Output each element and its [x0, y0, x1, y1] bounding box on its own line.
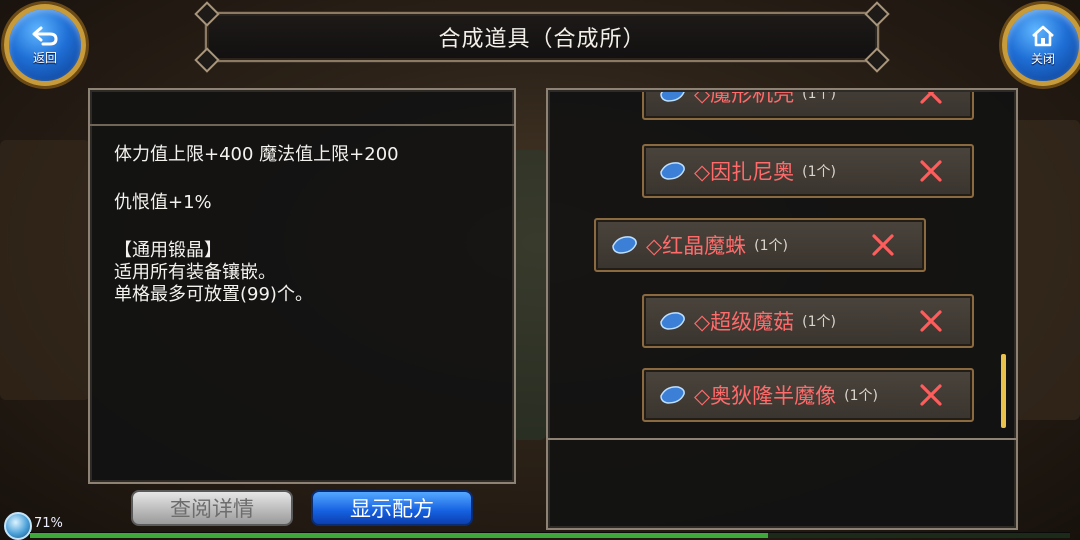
material-item[interactable]: ◇因扎尼奥 (1个): [642, 144, 974, 198]
material-qty: (1个): [802, 164, 836, 180]
close-button[interactable]: 关闭: [1002, 4, 1080, 86]
material-item[interactable]: ◇魔形机壳 (1个): [642, 92, 974, 120]
panel-divider: [548, 438, 1016, 440]
category-line: 【通用锻晶】: [114, 240, 222, 261]
corner-ornament: [194, 47, 220, 73]
corner-ornament: [864, 47, 890, 73]
title-bar: 合成道具（合成所）: [194, 1, 890, 73]
material-name: ◇超级魔菇: [694, 310, 795, 334]
battery-bar-fill: [30, 533, 769, 538]
crystal-icon: [660, 386, 685, 404]
list-scrollbar[interactable]: [1001, 354, 1006, 428]
material-item[interactable]: ◇奥狄隆半魔像 (1个): [642, 368, 974, 422]
material-list-panel: ◇魔形机壳 (1个) ◇因扎尼奥 (1个) ◇红晶魔蛛 (1个) ◇超级魔菇 (…: [546, 88, 1018, 530]
item-description-panel: 体力值上限+400 魔法值上限+200 仇恨值+1% 【通用锻晶】 适用所有装备…: [88, 88, 516, 484]
material-qty: (1个): [754, 238, 788, 254]
remove-icon[interactable]: [916, 156, 946, 186]
material-name: ◇因扎尼奥: [694, 160, 795, 184]
stat-line: 仇恨值+1%: [114, 192, 212, 213]
material-qty: (1个): [802, 314, 836, 330]
back-arrow-icon: [32, 26, 58, 45]
battery-bar: [30, 532, 1070, 538]
material-item[interactable]: ◇超级魔菇 (1个): [642, 294, 974, 348]
crystal-icon: [660, 312, 685, 330]
material-qty: (1个): [802, 92, 836, 102]
material-name: ◇魔形机壳: [694, 92, 795, 106]
material-name: ◇红晶魔蛛: [646, 234, 747, 258]
back-button[interactable]: 返回: [4, 4, 86, 86]
material-name: ◇奥狄隆半魔像: [694, 384, 837, 408]
remove-icon[interactable]: [916, 306, 946, 336]
corner-ornament: [194, 1, 220, 27]
material-list[interactable]: ◇魔形机壳 (1个) ◇因扎尼奥 (1个) ◇红晶魔蛛 (1个) ◇超级魔菇 (…: [550, 92, 1014, 436]
material-item-selected[interactable]: ◇红晶魔蛛 (1个): [594, 218, 926, 272]
close-label: 关闭: [1030, 51, 1055, 66]
crystal-icon: [660, 162, 685, 180]
bg-shelf-left: [0, 140, 90, 400]
battery-percent: 71%: [34, 516, 63, 531]
material-qty: (1个): [844, 388, 878, 404]
crystal-icon: [660, 92, 685, 102]
usage-line: 适用所有装备镶嵌。: [114, 262, 276, 283]
page-title: 合成道具（合成所）: [438, 27, 646, 52]
description-text: 体力值上限+400 魔法值上限+200 仇恨值+1% 【通用锻晶】 适用所有装备…: [114, 144, 494, 306]
battery-icon: [4, 512, 32, 540]
status-bar: 71%: [0, 512, 1080, 540]
remove-icon[interactable]: [868, 230, 898, 260]
game-screen: 返回 关闭 合成道具（合成所） 体力值上限+400 魔法值上限+200 仇恨值+…: [0, 0, 1080, 540]
stack-line: 单格最多可放置(99)个。: [114, 284, 313, 305]
stat-line: 体力值上限+400 魔法值上限+200: [114, 144, 399, 165]
remove-icon[interactable]: [916, 92, 946, 108]
bg-character: [512, 150, 546, 440]
bg-shelf-right: [1012, 120, 1080, 420]
remove-icon[interactable]: [916, 380, 946, 410]
home-icon: [1032, 25, 1054, 46]
back-label: 返回: [32, 50, 57, 65]
corner-ornament: [864, 1, 890, 27]
crystal-icon: [612, 236, 637, 254]
